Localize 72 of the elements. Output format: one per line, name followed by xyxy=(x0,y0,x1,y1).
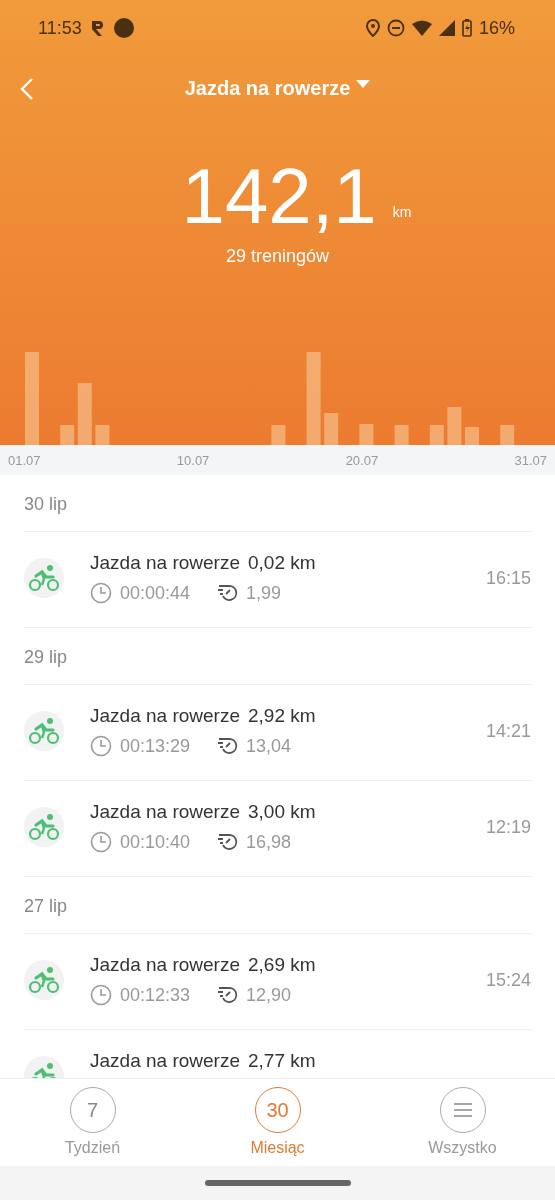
workout-duration: 00:10:40 xyxy=(120,831,191,853)
workout-distance: 0,02 km xyxy=(247,552,316,574)
dot-icon xyxy=(113,18,134,38)
cycling-icon xyxy=(24,558,64,598)
workout-distance: 3,00 km xyxy=(247,801,316,823)
workout-row[interactable]: Jazda na rowerze 3,00 km 00:10:40 16,98 12:19 xyxy=(24,781,531,877)
speedometer-icon xyxy=(216,831,239,853)
chart-bar xyxy=(271,425,286,445)
workout-distance: 2,69 km xyxy=(247,954,316,976)
caret-icon xyxy=(356,80,371,88)
chart-bar xyxy=(77,383,92,445)
battery-level: 16% xyxy=(478,17,515,39)
axis-label: 01.07 xyxy=(8,452,41,468)
workout-name: Jazda na rowerze xyxy=(90,1050,240,1072)
home-indicator[interactable] xyxy=(204,1180,351,1186)
workout-time: 15:24 xyxy=(485,970,531,991)
workout-row[interactable]: Jazda na rowerze 2,69 km 00:12:33 12,90 15:24 xyxy=(24,934,531,1030)
chart-bar xyxy=(500,425,515,445)
axis-label: 10.07 xyxy=(176,452,210,468)
clock-icon xyxy=(90,831,112,853)
chart-bar xyxy=(60,425,75,445)
axis-label: 20.07 xyxy=(345,452,379,468)
date-header: 30 lip xyxy=(24,475,531,532)
chevron-left-icon xyxy=(20,77,34,101)
total-distance: 142,1 xyxy=(181,154,377,238)
battery-icon xyxy=(461,19,472,37)
workout-speed: 13,04 xyxy=(246,735,292,757)
cycling-icon xyxy=(24,711,64,751)
workout-name: Jazda na rowerze xyxy=(90,705,240,727)
speedometer-icon xyxy=(216,735,239,757)
workout-speed: 1,99 xyxy=(246,582,282,604)
cycling-icon xyxy=(24,807,64,847)
status-time: 11:53 xyxy=(38,17,82,39)
workout-speed: 12,90 xyxy=(246,984,292,1006)
workout-duration: 00:00:44 xyxy=(120,582,191,604)
date-header: 27 lip xyxy=(24,877,531,934)
location-icon xyxy=(365,19,380,37)
clock-icon xyxy=(90,582,112,604)
clock-icon xyxy=(90,984,112,1006)
wifi-icon xyxy=(411,20,432,36)
workout-time: 14:21 xyxy=(485,721,531,742)
chart-bar xyxy=(465,427,479,445)
workout-name: Jazda na rowerze xyxy=(90,552,240,574)
chart-bar xyxy=(324,413,339,445)
r-icon xyxy=(89,19,106,37)
workout-duration: 00:12:33 xyxy=(120,984,191,1006)
chart-bar xyxy=(447,407,462,445)
distance-unit: km xyxy=(392,204,412,220)
chart-bar xyxy=(95,425,110,445)
axis-label: 31.07 xyxy=(514,452,547,468)
chart-bar xyxy=(429,425,444,445)
do-not-disturb-icon xyxy=(386,19,405,37)
speedometer-icon xyxy=(216,582,239,604)
signal-icon xyxy=(438,20,455,36)
workout-name: Jazda na rowerze xyxy=(90,954,240,976)
workout-name: Jazda na rowerze xyxy=(90,801,240,823)
workout-time: 12:19 xyxy=(485,817,531,838)
speedometer-icon xyxy=(216,984,239,1006)
workout-duration: 00:13:29 xyxy=(120,735,191,757)
workout-row[interactable]: Jazda na rowerze 2,92 km 00:13:29 13,04 14:21 xyxy=(24,685,531,781)
clock-icon xyxy=(90,735,112,757)
workout-row[interactable]: Jazda na rowerze 0,02 km 00:00:44 1,99 16:15 xyxy=(24,532,531,628)
date-header: 29 lip xyxy=(24,628,531,685)
workout-speed: 16,98 xyxy=(246,831,292,853)
workout-distance: 2,77 km xyxy=(247,1050,316,1072)
workout-count: 29 treningów xyxy=(224,246,331,267)
workout-distance: 2,92 km xyxy=(247,705,316,727)
chart-bar xyxy=(359,424,374,445)
cycling-icon xyxy=(24,960,64,1000)
menu-icon xyxy=(453,1103,472,1117)
chart-bar xyxy=(394,425,409,445)
workout-time: 16:15 xyxy=(485,568,531,589)
